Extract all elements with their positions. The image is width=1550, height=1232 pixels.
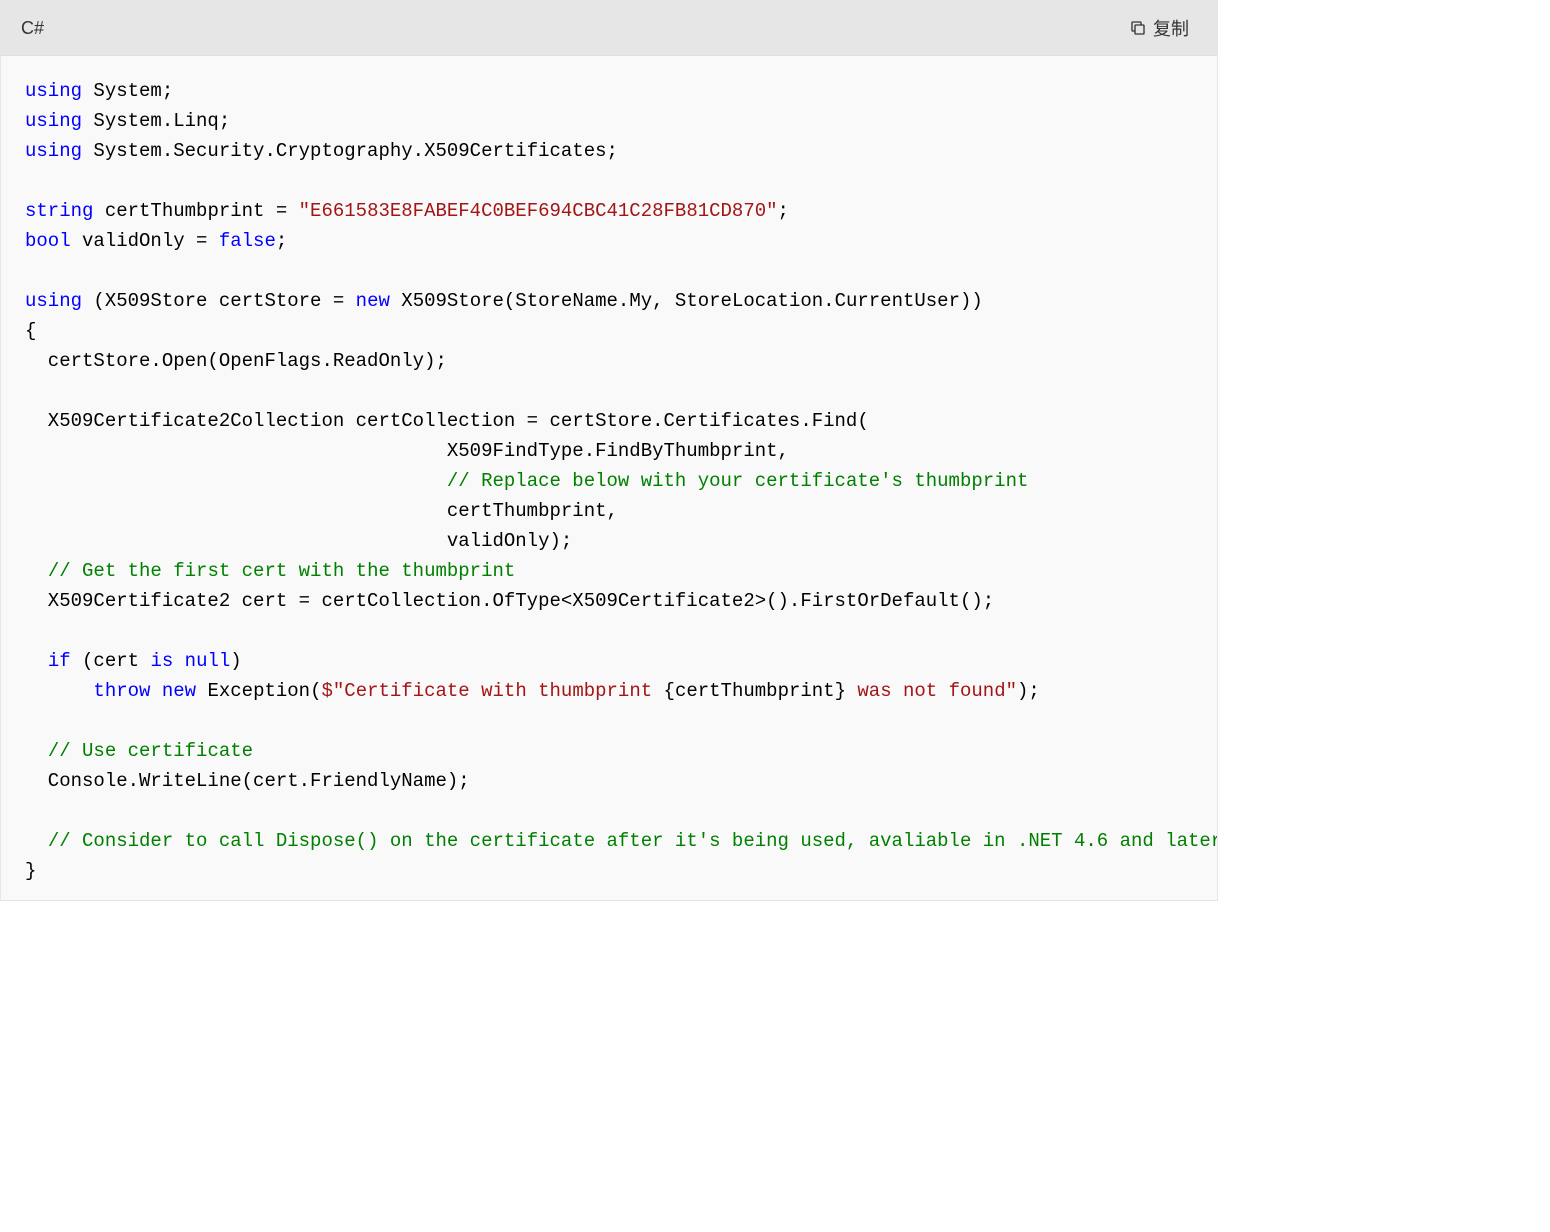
code-block: C# 复制 using System;using System.Linq;usi… [0, 0, 1218, 901]
code-token-keyword: throw [93, 680, 150, 702]
code-token-plain [25, 830, 48, 852]
code-token-plain: (X509Store certStore = [82, 290, 356, 312]
code-token-comment: // Consider to call Dispose() on the cer… [48, 830, 1217, 852]
code-token-keyword: null [185, 650, 231, 672]
code-token-keyword: if [48, 650, 71, 672]
code-token-plain: System.Linq; [82, 110, 230, 132]
code-token-string: $"Certificate with thumbprint [321, 680, 663, 702]
code-token-keyword: using [25, 80, 82, 102]
code-line: throw new Exception($"Certificate with t… [25, 676, 1217, 706]
code-token-keyword: using [25, 110, 82, 132]
code-token-plain: System.Security.Cryptography.X509Certifi… [82, 140, 618, 162]
code-line: // Get the first cert with the thumbprin… [25, 556, 1217, 586]
code-token-plain: } [25, 860, 36, 882]
code-token-plain: certStore.Open(OpenFlags.ReadOnly); [25, 350, 447, 372]
code-scroll-area[interactable]: using System;using System.Linq;using Sys… [1, 56, 1217, 900]
copy-button[interactable]: 复制 [1121, 11, 1197, 45]
code-line: certStore.Open(OpenFlags.ReadOnly); [25, 346, 1217, 376]
code-line: bool validOnly = false; [25, 226, 1217, 256]
code-token-keyword: using [25, 140, 82, 162]
code-line: X509Certificate2Collection certCollectio… [25, 406, 1217, 436]
code-content: using System;using System.Linq;using Sys… [1, 56, 1217, 900]
code-token-plain: {certThumbprint} [664, 680, 846, 702]
code-line: validOnly); [25, 526, 1217, 556]
code-token-plain: certThumbprint = [93, 200, 298, 222]
code-token-keyword: using [25, 290, 82, 312]
code-line: using System.Security.Cryptography.X509C… [25, 136, 1217, 166]
code-token-keyword: is [150, 650, 173, 672]
code-token-comment: // Replace below with your certificate's… [447, 470, 1029, 492]
code-line: } [25, 856, 1217, 886]
code-token-plain: { [25, 320, 36, 342]
code-token-comment: // Use certificate [48, 740, 253, 762]
code-line [25, 706, 1217, 736]
code-line [25, 616, 1217, 646]
code-token-plain: Console.WriteLine(cert.FriendlyName); [25, 770, 470, 792]
code-token-plain: Exception( [196, 680, 321, 702]
code-line: certThumbprint, [25, 496, 1217, 526]
code-token-plain [25, 560, 48, 582]
code-line: using System.Linq; [25, 106, 1217, 136]
code-line: { [25, 316, 1217, 346]
code-token-plain: certThumbprint, [25, 500, 618, 522]
code-line [25, 166, 1217, 196]
code-token-keyword: new [356, 290, 390, 312]
code-line: string certThumbprint = "E661583E8FABEF4… [25, 196, 1217, 226]
language-label: C# [21, 18, 44, 39]
code-line [25, 256, 1217, 286]
code-token-plain [25, 650, 48, 672]
code-token-plain: (cert [71, 650, 151, 672]
code-token-comment: // Get the first cert with the thumbprin… [48, 560, 515, 582]
code-line: Console.WriteLine(cert.FriendlyName); [25, 766, 1217, 796]
code-line [25, 376, 1217, 406]
code-token-plain: X509Certificate2Collection certCollectio… [25, 410, 869, 432]
code-token-keyword: new [162, 680, 196, 702]
code-token-type: string [25, 200, 93, 222]
code-token-plain: X509Certificate2 cert = certCollection.O… [25, 590, 994, 612]
code-token-plain: X509Store(StoreName.My, StoreLocation.Cu… [390, 290, 983, 312]
code-line [25, 796, 1217, 826]
code-token-keyword: false [219, 230, 276, 252]
code-line: // Consider to call Dispose() on the cer… [25, 826, 1217, 856]
code-token-plain [173, 650, 184, 672]
code-line: // Use certificate [25, 736, 1217, 766]
code-token-string: was not found" [846, 680, 1017, 702]
code-line: using (X509Store certStore = new X509Sto… [25, 286, 1217, 316]
code-token-plain: validOnly); [25, 530, 572, 552]
copy-icon [1129, 19, 1147, 37]
code-line: // Replace below with your certificate's… [25, 466, 1217, 496]
code-header: C# 复制 [1, 1, 1217, 56]
code-line: X509FindType.FindByThumbprint, [25, 436, 1217, 466]
code-token-plain: ); [1017, 680, 1040, 702]
copy-button-label: 复制 [1153, 15, 1189, 41]
code-token-plain: System; [82, 80, 173, 102]
code-token-plain: X509FindType.FindByThumbprint, [25, 440, 789, 462]
code-token-type: bool [25, 230, 71, 252]
code-line: if (cert is null) [25, 646, 1217, 676]
code-line: X509Certificate2 cert = certCollection.O… [25, 586, 1217, 616]
code-token-plain: ; [778, 200, 789, 222]
code-token-string: "E661583E8FABEF4C0BEF694CBC41C28FB81CD87… [299, 200, 778, 222]
code-token-plain: validOnly = [71, 230, 219, 252]
code-token-plain [25, 680, 93, 702]
code-line: using System; [25, 76, 1217, 106]
code-token-plain [150, 680, 161, 702]
code-token-plain [25, 470, 447, 492]
code-token-plain: ; [276, 230, 287, 252]
code-token-plain: ) [230, 650, 241, 672]
code-token-plain [25, 740, 48, 762]
